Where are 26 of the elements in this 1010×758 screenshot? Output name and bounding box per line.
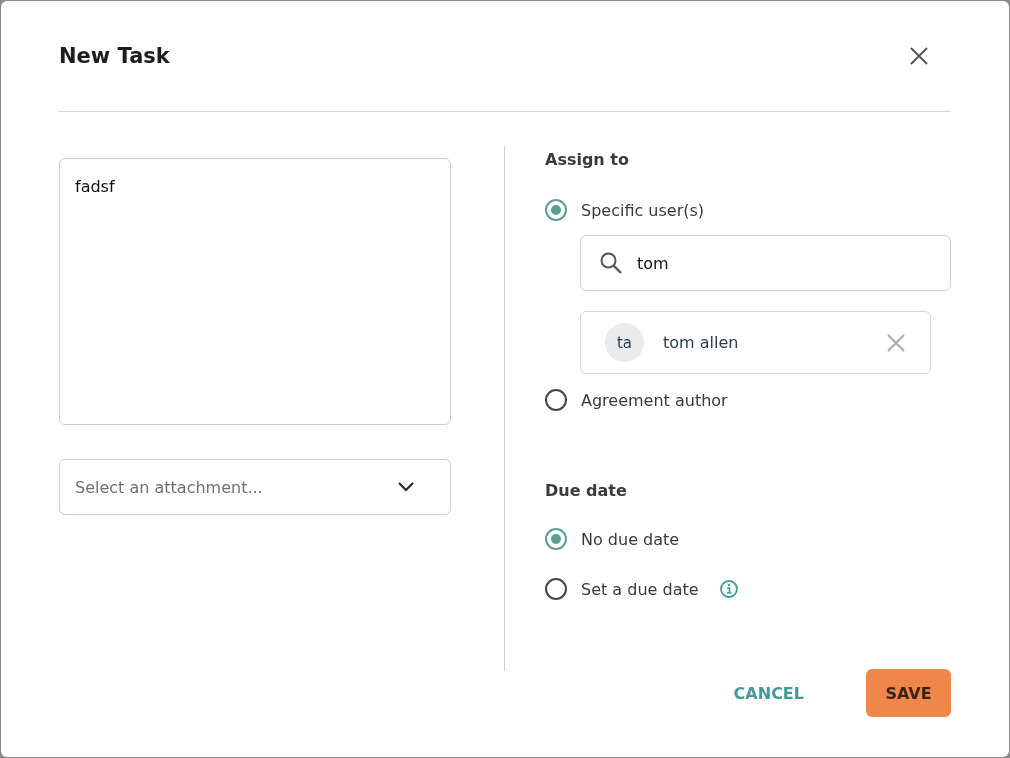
radio-option[interactable]: No due date: [545, 528, 951, 550]
attachment-select[interactable]: Select an attachment...: [59, 459, 451, 515]
option-label: Set a due date: [581, 579, 699, 599]
radio-option[interactable]: Set a due date: [545, 578, 951, 600]
section-heading: Due date: [545, 481, 628, 500]
option-label: Specific user(s): [581, 200, 705, 220]
user-avatar: ta: [605, 323, 644, 362]
radio-button[interactable]: [545, 199, 567, 221]
radio-button[interactable]: [545, 528, 567, 550]
user-name: tom allen: [663, 333, 740, 352]
radio-button[interactable]: [545, 578, 567, 600]
radio-button[interactable]: [545, 389, 567, 411]
chevron-down-icon: [398, 482, 414, 492]
description-field[interactable]: fadsf: [59, 158, 451, 425]
info-icon[interactable]: [718, 579, 739, 599]
close-button[interactable]: [909, 46, 929, 66]
option-label: No due date: [581, 529, 680, 549]
option-label: Agreement author: [581, 390, 728, 410]
search-field[interactable]: tom: [580, 235, 951, 291]
radio-option[interactable]: Specific user(s): [545, 199, 951, 221]
remove-button[interactable]: [886, 332, 906, 353]
save-button[interactable]: SAVE: [866, 669, 951, 717]
radio-option[interactable]: Agreement author: [545, 389, 951, 411]
section-heading: Assign to: [545, 150, 630, 169]
search-icon: [599, 251, 623, 275]
dialog-title: New Task: [59, 44, 170, 68]
